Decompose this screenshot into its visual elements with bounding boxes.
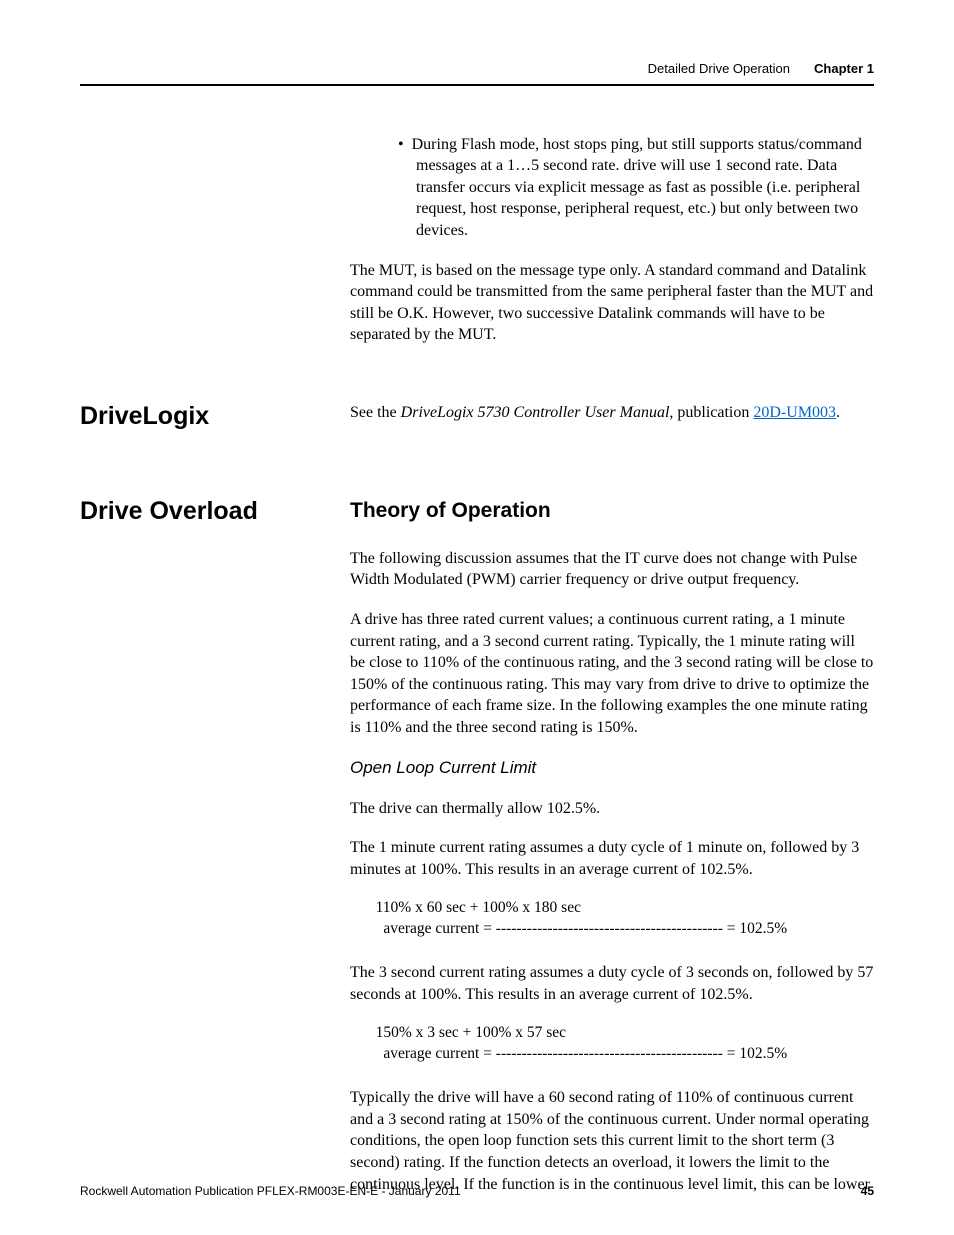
open-loop-paragraph-4: Typically the drive will have a 60 secon… bbox=[350, 1087, 874, 1195]
drivelogix-prefix: See the bbox=[350, 404, 401, 421]
paragraph-mut: The MUT, is based on the message type on… bbox=[350, 260, 874, 346]
heading-theory: Theory of Operation bbox=[350, 497, 874, 525]
section-body-drive-overload: Theory of Operation The following discus… bbox=[350, 497, 874, 1213]
page: Detailed Drive Operation Chapter 1 •Duri… bbox=[0, 0, 954, 1235]
open-loop-paragraph-2: The 1 minute current rating assumes a du… bbox=[350, 837, 874, 880]
running-head-chapter: Chapter 1 bbox=[814, 60, 874, 78]
heading-drivelogix: DriveLogix bbox=[80, 402, 350, 442]
theory-paragraph-2: A drive has three rated current values; … bbox=[350, 609, 874, 739]
bullet-dot: • bbox=[398, 136, 412, 153]
page-body: •During Flash mode, host stops ping, but… bbox=[80, 134, 874, 1214]
publication-link[interactable]: 20D-UM003 bbox=[753, 404, 836, 421]
drivelogix-manual-title: DriveLogix 5730 Controller User Manual bbox=[401, 404, 670, 421]
running-head: Detailed Drive Operation Chapter 1 bbox=[80, 60, 874, 84]
section-drivelogix: DriveLogix See the DriveLogix 5730 Contr… bbox=[80, 402, 874, 442]
section-body-drivelogix: See the DriveLogix 5730 Controller User … bbox=[350, 402, 874, 442]
heading-drive-overload: Drive Overload bbox=[80, 497, 350, 1213]
drivelogix-reference: See the DriveLogix 5730 Controller User … bbox=[350, 402, 874, 424]
footer-page-number: 45 bbox=[861, 1183, 874, 1199]
drivelogix-suffix: . bbox=[836, 404, 840, 421]
drivelogix-mid: , publication bbox=[669, 404, 753, 421]
bullet-item-flash-mode: •During Flash mode, host stops ping, but… bbox=[376, 134, 874, 242]
page-footer: Rockwell Automation Publication PFLEX-RM… bbox=[80, 1183, 874, 1199]
footer-publication: Rockwell Automation Publication PFLEX-RM… bbox=[80, 1183, 461, 1199]
running-head-title: Detailed Drive Operation bbox=[648, 60, 790, 78]
bullet-text: During Flash mode, host stops ping, but … bbox=[412, 136, 862, 239]
formula-2: 150% x 3 sec + 100% x 57 sec average cur… bbox=[364, 1023, 874, 1065]
theory-paragraph-1: The following discussion assumes that th… bbox=[350, 548, 874, 591]
section-drive-overload: Drive Overload Theory of Operation The f… bbox=[80, 497, 874, 1213]
heading-open-loop: Open Loop Current Limit bbox=[350, 757, 874, 780]
open-loop-paragraph-1: The drive can thermally allow 102.5%. bbox=[350, 798, 874, 820]
open-loop-paragraph-3: The 3 second current rating assumes a du… bbox=[350, 962, 874, 1005]
header-rule bbox=[80, 84, 874, 86]
formula-1: 110% x 60 sec + 100% x 180 sec average c… bbox=[364, 898, 874, 940]
